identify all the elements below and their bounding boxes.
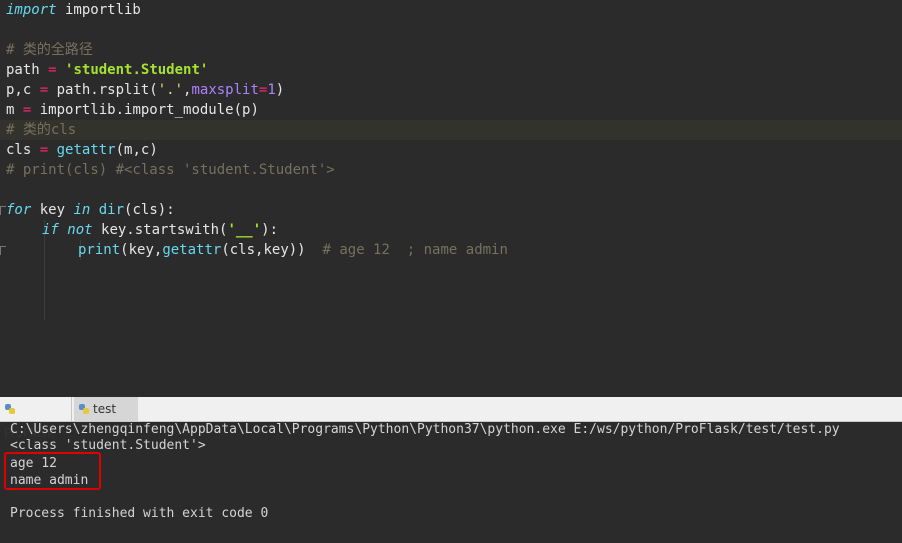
keyword-import: import [6,2,57,18]
operator: = [39,142,49,158]
identifier: m [6,102,23,118]
tab-proflask[interactable]: ProFlask [0,397,72,440]
keyword-not: not [67,222,93,238]
comment: # 类的全路径 [6,42,93,58]
operator: = [39,82,49,98]
string-literal: '.' [157,82,184,98]
red-highlight-box [4,452,101,490]
keyword-for: for [6,202,32,218]
keyword-in: in [73,202,91,218]
builtin-function: dir [98,202,125,218]
code-line-5[interactable]: p,c = path.rsplit('.',maxsplit=1) [6,80,284,100]
code-line-9[interactable]: # print(cls) #<class 'student.Student'> [6,160,335,180]
current-line-highlight [0,120,902,140]
code-line-1[interactable]: import importlib [6,0,141,20]
string-literal: '__' [227,222,262,238]
number-literal: 1 [267,82,276,98]
string-literal: 'student.Student' [65,62,209,78]
identifier: (m,c) [115,142,158,158]
comment: # 类的cls [6,122,77,138]
identifier: path.rsplit( [48,82,158,98]
comment: # print(cls) #<class 'student.Student'> [6,162,335,178]
code-line-4[interactable]: path = 'student.Student' [6,60,208,80]
punctuation: ): [261,222,279,238]
code-line-3[interactable]: # 类的全路径 [6,40,93,60]
code-line-12[interactable]: if not key.startswith('__'): [42,220,278,240]
tab-test[interactable]: test [74,397,138,421]
identifier: path [6,62,49,78]
code-line-13[interactable]: print(key,getattr(cls,key)) # age 12 ; n… [78,240,508,260]
punctuation: ) [275,82,285,98]
identifier: cls [6,142,40,158]
keyword-if: if [42,222,59,238]
identifier: key [31,202,74,218]
run-tab-bar: ProFlask test [0,397,902,440]
tab-label: test [93,402,117,416]
console-exit-line: Process finished with exit code 0 [10,506,269,521]
identifier: key.startswith( [92,222,228,238]
identifier: importlib [56,2,141,18]
console-command-line: C:\Users\zhengqinfeng\AppData\Local\Prog… [10,422,840,437]
identifier: (cls,key)) [221,242,306,258]
code-line-6[interactable]: m = importlib.import_module(p) [6,100,259,120]
run-console[interactable]: ProFlask test C:\Users\zhengqinfeng\AppD… [0,397,902,543]
identifier: importlib.import_module(p) [31,102,259,118]
identifier: (cls): [124,202,175,218]
builtin-function: print [78,242,121,258]
code-line-7[interactable]: # 类的cls [6,120,76,140]
code-editor[interactable]: import importlib # 类的全路径 path = 'student… [0,0,902,397]
code-line-11[interactable]: for key in dir(cls): [6,200,175,220]
fold-marker-icon[interactable] [0,246,6,255]
operator: = [48,62,57,78]
builtin-function: getattr [162,242,222,258]
keyword-argument: maxsplit [191,82,259,98]
identifier: (key, [120,242,163,258]
comment: # age 12 ; name admin [322,242,508,258]
code-line-8[interactable]: cls = getattr(m,c) [6,140,158,160]
builtin-function: getattr [56,142,116,158]
python-icon [78,399,90,414]
identifier: p,c [6,82,40,98]
python-icon [4,399,16,414]
